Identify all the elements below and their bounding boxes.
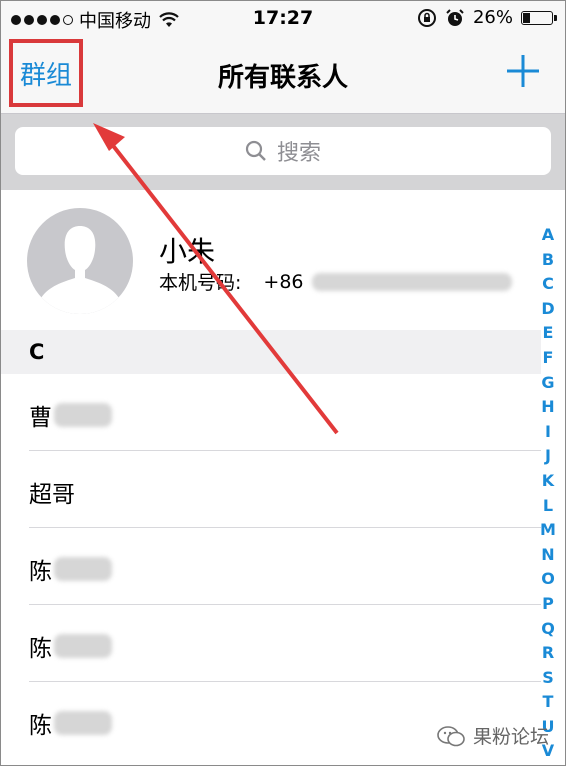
alphabet-index[interactable]: ABCDEFGHIJKLMNOPQRSTUV [537,223,559,764]
index-letter-g[interactable]: G [541,371,554,396]
contact-name-row: 曹 [29,398,112,432]
my-number-label: 本机号码: [159,272,242,294]
search-area: 搜索 [1,114,565,190]
redacted-name [54,403,112,427]
search-icon [245,140,266,161]
contact-name-row: 陈 [29,552,112,586]
battery-nub [554,14,557,21]
index-letter-l[interactable]: L [543,494,553,519]
battery-icon [521,10,557,25]
contact-name: 陈 [29,636,52,662]
section-header: C [1,330,541,374]
redacted-name [54,634,112,658]
wechat-logo-icon [437,725,465,746]
index-letter-m[interactable]: M [540,518,556,543]
plus-icon [507,55,539,87]
battery-fill [523,12,530,23]
index-letter-k[interactable]: K [542,469,554,494]
list-item[interactable]: 曹 [1,374,541,451]
contact-name: 陈 [29,559,52,585]
my-number-row: 本机号码: +86 [159,268,512,295]
my-name: 小朱 [159,235,216,268]
list-item[interactable]: 陈 [1,528,541,605]
index-letter-b[interactable]: B [542,248,554,273]
orientation-lock-icon [417,8,436,27]
search-input[interactable]: 搜索 [15,127,551,175]
index-letter-d[interactable]: D [541,297,554,322]
phone-screen: 中国移动 17:27 26% 群组 所有联系人 搜索 小朱 本机号码: +86 … [0,0,566,766]
redacted-name [54,711,112,735]
watermark-text: 果粉论坛 [472,726,549,748]
add-contact-button[interactable] [503,51,543,91]
index-letter-e[interactable]: E [543,321,554,346]
avatar [27,208,133,314]
contact-name: 陈 [29,713,52,739]
contact-name: 超哥 [29,482,75,508]
status-bar: 中国移动 17:27 26% [1,1,565,37]
index-letter-o[interactable]: O [541,567,555,592]
index-letter-j[interactable]: J [545,444,551,469]
index-letter-a[interactable]: A [542,223,554,248]
index-letter-s[interactable]: S [542,666,554,691]
index-letter-c[interactable]: C [542,272,554,297]
index-letter-f[interactable]: F [543,346,554,371]
search-placeholder: 搜索 [276,141,321,166]
battery-percent: 26% [472,7,513,28]
navigation-bar: 群组 所有联系人 [1,37,565,114]
my-number-prefix: +86 [263,270,304,293]
contact-name-row: 陈 [29,629,112,663]
index-letter-r[interactable]: R [542,641,554,666]
list-item[interactable]: 陈 [1,605,541,682]
redacted-name [54,557,112,581]
index-letter-h[interactable]: H [541,395,554,420]
contact-name: 曹 [29,405,52,431]
page-title: 所有联系人 [217,63,348,93]
watermark: 果粉论坛 [437,722,549,749]
contact-name-row: 陈 [29,706,112,740]
index-letter-i[interactable]: I [545,420,551,445]
index-letter-t[interactable]: T [543,690,554,715]
list-item[interactable]: 超哥 [1,451,541,528]
my-card[interactable]: 小朱 本机号码: +86 [1,190,541,330]
index-letter-n[interactable]: N [541,543,554,568]
person-silhouette-icon [41,226,119,314]
alarm-icon [446,8,464,26]
index-letter-q[interactable]: Q [541,617,555,642]
contact-name-row: 超哥 [29,475,75,509]
index-letter-p[interactable]: P [542,592,554,617]
status-bar-right: 26% [417,7,557,28]
redacted-number [311,272,512,291]
